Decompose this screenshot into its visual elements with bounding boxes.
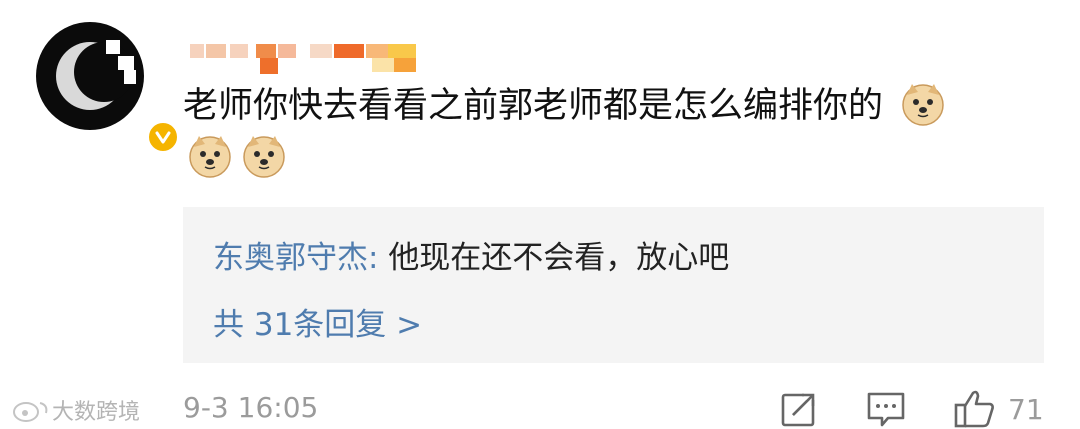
like-button[interactable]: 71 [954, 389, 1044, 429]
doge-emoji-icon [902, 84, 944, 126]
comment-icon [867, 392, 905, 427]
repost-button[interactable] [780, 389, 818, 429]
comment-button[interactable] [866, 389, 906, 429]
view-all-replies-link[interactable]: 共 31条回复 > [213, 299, 422, 344]
doge-emoji-icon [243, 136, 285, 178]
crescent-moon-icon [56, 40, 136, 110]
avatar[interactable] [36, 22, 180, 154]
reply-text: 他现在还不会看，放心吧 [388, 240, 730, 276]
avatar-image [36, 22, 144, 130]
weibo-logo-icon [13, 402, 48, 422]
comment-text: 老师你快去看看之前郭老师都是怎么编排你的 [183, 86, 884, 126]
watermark: 大数跨境 [12, 394, 140, 426]
verified-badge-icon [146, 120, 180, 154]
watermark-text: 大数跨境 [52, 400, 141, 425]
reply-item[interactable]: 东奥郭守杰: 他现在还不会看，放心吧 [213, 232, 729, 277]
thumbs-up-icon [954, 390, 994, 428]
doge-emoji-icon [189, 136, 231, 178]
like-count: 71 [1008, 392, 1044, 426]
share-icon [781, 390, 818, 427]
reply-preview-box[interactable]: 东奥郭守杰: 他现在还不会看，放心吧 共 31条回复 > [183, 207, 1044, 363]
reply-author[interactable]: 东奥郭守杰: [213, 240, 378, 276]
pixelated-username-image [190, 44, 416, 74]
username-pixelated[interactable] [190, 38, 420, 76]
comment-body: 老师你快去看看之前郭老师都是怎么编排你的 [183, 80, 1053, 184]
comment-timestamp: 9-3 16:05 [183, 391, 319, 424]
